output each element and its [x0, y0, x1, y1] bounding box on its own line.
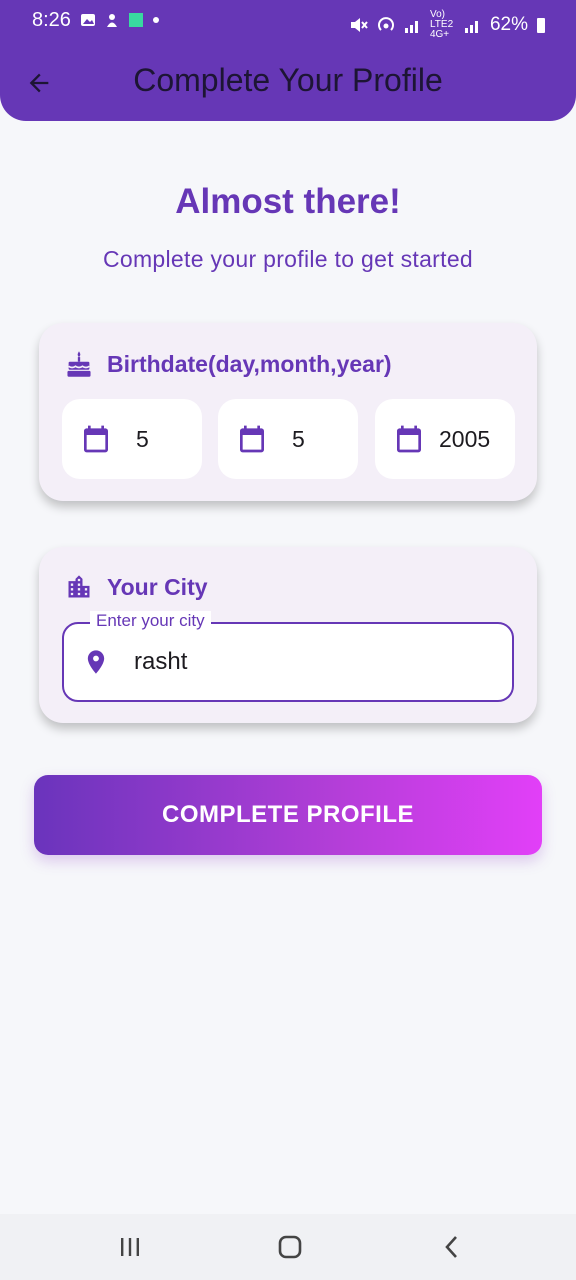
battery-percent: 62% — [489, 14, 528, 35]
calendar-icon — [397, 425, 421, 453]
birthdate-card: Birthdate(day,month,year) 5 5 2005 — [39, 323, 537, 501]
month-field[interactable]: 5 — [218, 399, 358, 479]
chevron-left-icon — [445, 1236, 457, 1258]
app-bar: 8:26 Vo) LTE2 4G+ 62% Complete Your Prof… — [0, 0, 576, 121]
cake-icon — [67, 351, 91, 377]
city-title: Your City — [65, 573, 208, 601]
app-notification-icon — [107, 14, 117, 27]
day-value: 5 — [136, 425, 149, 452]
app-badge-icon — [129, 13, 143, 27]
status-bar: 8:26 Vo) LTE2 4G+ 62% — [0, 0, 576, 44]
gallery-icon — [81, 14, 95, 26]
city-input[interactable] — [134, 642, 484, 682]
year-field[interactable]: 2005 — [375, 399, 515, 479]
city-field[interactable]: Enter your city — [62, 611, 514, 702]
battery-icon — [537, 18, 545, 33]
signal-icon — [404, 21, 418, 33]
mute-icon — [350, 18, 368, 32]
city-label: Your City — [107, 573, 208, 600]
back-nav-button[interactable] — [432, 1231, 472, 1263]
day-field[interactable]: 5 — [62, 399, 202, 479]
recents-icon — [121, 1238, 139, 1256]
home-icon — [278, 1235, 302, 1259]
status-time: 8:26 — [32, 9, 71, 31]
network-label: Vo) LTE2 4G+ — [429, 9, 454, 40]
calendar-icon — [84, 425, 108, 453]
location-pin-icon — [87, 650, 105, 674]
welcome-subheading: Complete your profile to get started — [102, 246, 474, 272]
birthdate-title: Birthdate(day,month,year) — [65, 349, 392, 379]
calendar-icon — [240, 425, 264, 453]
city-field-label: Enter your city — [90, 611, 211, 631]
welcome-heading: Almost there! — [175, 182, 401, 221]
home-button[interactable] — [270, 1231, 310, 1263]
notification-icons — [80, 12, 160, 28]
recents-button[interactable] — [110, 1231, 150, 1263]
month-value: 5 — [292, 425, 305, 452]
birthdate-label: Birthdate(day,month,year) — [107, 350, 392, 377]
city-icon — [68, 575, 90, 598]
system-nav-bar — [0, 1214, 576, 1280]
complete-profile-button[interactable]: COMPLETE PROFILE — [34, 775, 542, 855]
page-title: Complete Your Profile — [133, 62, 443, 98]
city-card: Your City Enter your city — [39, 547, 537, 723]
dot-icon — [153, 17, 159, 23]
year-value: 2005 — [439, 425, 491, 452]
hotspot-icon — [378, 17, 394, 31]
system-icons: Vo) LTE2 4G+ 62% — [348, 10, 546, 40]
signal-icon-2 — [464, 21, 478, 33]
